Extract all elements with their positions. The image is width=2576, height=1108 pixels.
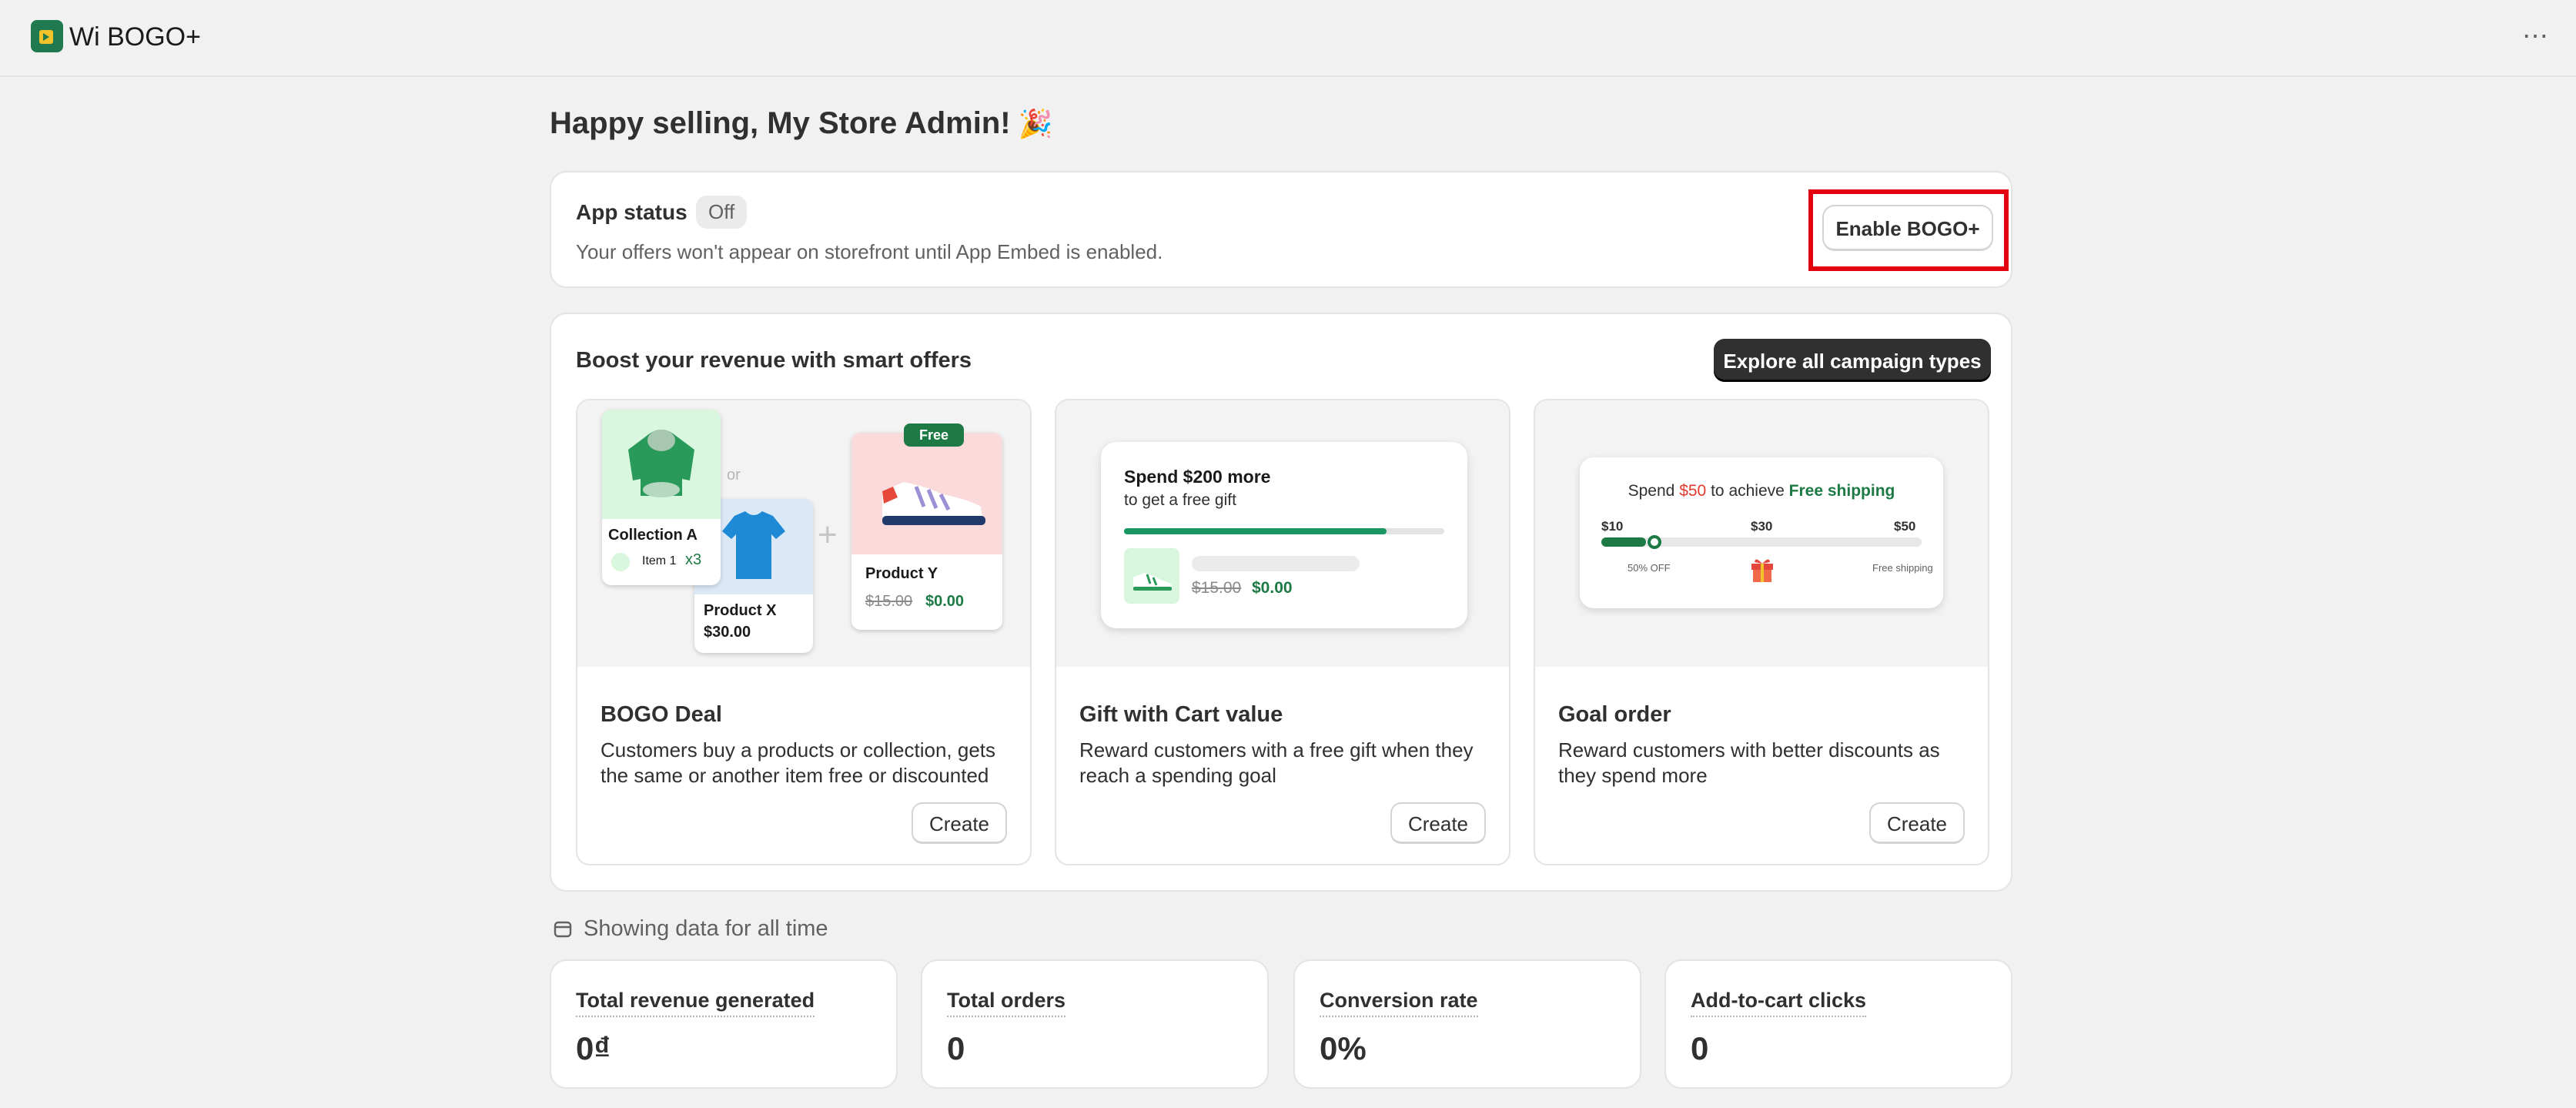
offer-card-bogo: or + Product X $30.00 Collection A Item … [576, 399, 1032, 865]
product-y-name: Product Y [865, 565, 938, 582]
stat-value: 0₫ [576, 1030, 611, 1066]
app-status-description: Your offers won't appear on storefront u… [576, 240, 1163, 263]
stat-card-conversion: Conversion rate 0% [1293, 959, 1641, 1089]
calendar-icon [554, 921, 572, 938]
goal-preview-card: Spend $50 to achieve Free shipping $10 $… [1580, 457, 1943, 608]
stat-label[interactable]: Add-to-cart clicks [1691, 989, 1867, 1017]
create-goal-button[interactable]: Create [1869, 802, 1965, 844]
gift-progress-bar [1124, 528, 1444, 534]
stat-label[interactable]: Total orders [947, 989, 1066, 1017]
bogo-illustration: or + Product X $30.00 Collection A Item … [577, 400, 1030, 667]
offer-description-bogo: Customers buy a products or collection, … [601, 738, 996, 787]
create-bogo-button[interactable]: Create [912, 802, 1007, 844]
sneaker-thumb-icon [1124, 548, 1179, 604]
product-y-old-price: $15.00 [865, 593, 913, 610]
app-status-label: App status [576, 200, 687, 224]
data-range-selector[interactable]: Showing data for all time [553, 916, 828, 942]
hoodie-icon [628, 430, 694, 497]
plus-text: + [818, 516, 838, 554]
product-x-name: Product X [704, 602, 777, 619]
goal-right-label: Free shipping [1872, 562, 1933, 574]
collection-a-card: Collection A Item 1 x3 [602, 410, 721, 585]
offer-card-gift: Spend $200 more to get a free gift $15.0… [1055, 399, 1510, 865]
gift-line-1: Spend $200 more [1124, 467, 1271, 487]
app-title: Wi BOGO+ [69, 22, 201, 52]
stat-value: 0 [1691, 1030, 1709, 1066]
goal-left-label: 50% OFF [1628, 562, 1671, 574]
sneaker-icon [882, 482, 985, 525]
stat-card-add-to-cart: Add-to-cart clicks 0 [1664, 959, 2012, 1089]
greeting-text: Happy selling, My Store Admin! [550, 106, 1011, 140]
goal-tick: $30 [1751, 519, 1773, 534]
offer-title-bogo: BOGO Deal [601, 702, 722, 727]
page-title: Happy selling, My Store Admin! 🎉 [550, 106, 1052, 141]
offer-description-goal: Reward customers with better discounts a… [1558, 738, 1940, 787]
gift-box-icon [1751, 559, 1773, 582]
goal-tick: $10 [1601, 519, 1624, 534]
product-y-card: Product Y $15.00 $0.00 [851, 433, 1002, 630]
app-status-card: App status Off Your offers won't appear … [550, 171, 2012, 288]
stat-label[interactable]: Total revenue generated [576, 989, 815, 1017]
app-top-bar: Wi BOGO+ ⋯ [0, 0, 2576, 77]
goal-illustration: Spend $50 to achieve Free shipping $10 $… [1535, 400, 1988, 667]
or-text: or [727, 467, 741, 484]
offer-title-gift: Gift with Cart value [1079, 702, 1283, 727]
data-range-text: Showing data for all time [584, 916, 828, 941]
gift-new-price: $0.00 [1252, 579, 1293, 597]
more-horizontal-icon[interactable]: ⋯ [2522, 23, 2550, 49]
gift-preview-card: Spend $200 more to get a free gift $15.0… [1101, 442, 1467, 628]
free-tag: Free [904, 423, 964, 447]
gift-line-2: to get a free gift [1124, 491, 1236, 509]
collection-item-thumb [611, 553, 630, 571]
offer-title-goal: Goal order [1558, 702, 1671, 727]
stat-card-revenue: Total revenue generated 0₫ [550, 959, 898, 1089]
stat-label[interactable]: Conversion rate [1320, 989, 1478, 1017]
goal-tick: $50 [1894, 519, 1916, 534]
product-y-new-price: $0.00 [925, 593, 965, 610]
status-badge: Off [696, 196, 748, 229]
gift-illustration: Spend $200 more to get a free gift $15.0… [1056, 400, 1509, 667]
goal-progress-knob [1648, 535, 1661, 549]
gift-old-price: $15.00 [1192, 579, 1242, 597]
product-x-price: $30.00 [704, 624, 751, 641]
party-popper-icon: 🎉 [1018, 108, 1053, 139]
explore-campaign-types-button[interactable]: Explore all campaign types [1714, 339, 1991, 382]
offer-description-gift: Reward customers with a free gift when t… [1079, 738, 1474, 787]
goal-headline: Spend $50 to achieve Free shipping [1628, 482, 1895, 500]
create-gift-button[interactable]: Create [1390, 802, 1486, 844]
enable-bogo-button[interactable]: Enable BOGO+ [1822, 205, 1993, 251]
smart-offers-card: Boost your revenue with smart offers Exp… [550, 313, 2012, 892]
stat-value: 0 [947, 1030, 965, 1066]
stat-card-orders: Total orders 0 [921, 959, 1269, 1089]
offers-title: Boost your revenue with smart offers [576, 348, 972, 373]
offer-card-goal: Spend $50 to achieve Free shipping $10 $… [1534, 399, 1989, 865]
gift-name-placeholder [1192, 556, 1360, 571]
collection-item-qty: x3 [685, 551, 702, 568]
stat-value: 0% [1320, 1030, 1367, 1066]
collection-a-name: Collection A [608, 527, 698, 544]
app-logo-icon [31, 20, 63, 52]
collection-item-name: Item 1 [642, 554, 677, 567]
